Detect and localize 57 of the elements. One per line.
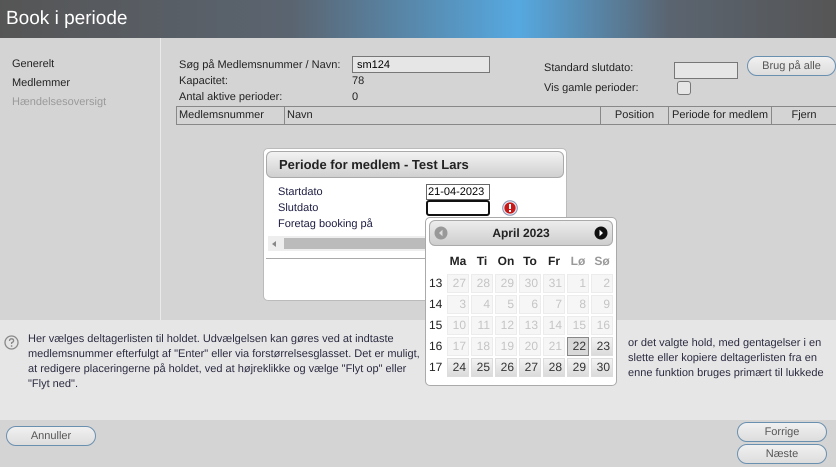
calendar-day[interactable]: 24 bbox=[447, 358, 469, 377]
calendar-day[interactable]: 27 bbox=[519, 358, 541, 377]
date-field[interactable] bbox=[426, 200, 490, 216]
end-date-field[interactable] bbox=[674, 62, 738, 79]
sidebar-item[interactable]: Medlemmer bbox=[12, 76, 160, 91]
next-button[interactable]: Næste bbox=[737, 444, 827, 464]
end-date-label: Standard slutdato: bbox=[544, 62, 634, 74]
stat-label: Antal aktive perioder: bbox=[179, 91, 284, 103]
help-text: enne funktion bruges primært til lukkede bbox=[628, 366, 824, 381]
help-text: slette eller kopiere deltagerlisten fra en bbox=[628, 351, 818, 366]
week-number: 15 bbox=[429, 317, 444, 334]
weekday-label: Lø bbox=[570, 253, 586, 270]
week-number: 16 bbox=[429, 338, 444, 355]
window-title: Book i periode bbox=[6, 8, 128, 30]
date-field[interactable]: 21-04-2023 bbox=[426, 184, 490, 200]
calendar-day[interactable]: 26 bbox=[495, 358, 517, 377]
field-label: Foretag booking på bbox=[278, 218, 374, 230]
month-title: April 2023 bbox=[492, 226, 550, 240]
help-icon bbox=[4, 335, 19, 350]
search-field[interactable]: sm124 bbox=[352, 56, 490, 73]
sidebar-item[interactable]: Generelt bbox=[12, 57, 160, 72]
calendar-day[interactable]: 22 bbox=[567, 337, 589, 356]
old-periods-label: Vis gamle perioder: bbox=[544, 82, 640, 94]
checkbox[interactable] bbox=[677, 81, 691, 95]
calendar-day[interactable]: 30 bbox=[591, 358, 613, 377]
weekday-label: To bbox=[522, 253, 538, 270]
stat-value: 0 bbox=[352, 91, 358, 103]
week-number: 13 bbox=[429, 275, 444, 292]
next-month-icon[interactable] bbox=[594, 226, 608, 240]
column-header[interactable]: Navn bbox=[285, 107, 601, 124]
calendar-day[interactable]: 29 bbox=[567, 358, 589, 377]
column-header[interactable]: Position bbox=[601, 107, 669, 124]
field-label: Startdato bbox=[278, 186, 324, 198]
column-header[interactable]: Fjern bbox=[772, 107, 836, 124]
weekday-label: On bbox=[496, 253, 516, 270]
weekday-label: Ma bbox=[448, 253, 468, 270]
stat-label: Kapacitet: bbox=[179, 75, 229, 87]
field-label: Slutdato bbox=[278, 202, 320, 214]
previous-button[interactable]: Forrige bbox=[737, 422, 827, 442]
weekday-label: Sø bbox=[593, 253, 611, 270]
help-text: or det valgte hold, med gentagelser i en bbox=[628, 336, 822, 351]
calendar-day[interactable]: 25 bbox=[471, 358, 493, 377]
weekday-label: Ti bbox=[476, 253, 488, 270]
search-label: Søg på Medlemsnummer / Navn: bbox=[179, 58, 342, 70]
week-number: 14 bbox=[429, 296, 444, 313]
stat-value: 78 bbox=[352, 75, 364, 87]
dialog-title: Periode for medlem - Test Lars bbox=[279, 157, 469, 172]
arrow-left-icon[interactable] bbox=[270, 240, 278, 248]
calendar-day[interactable]: 23 bbox=[591, 337, 613, 356]
weekday-label: Fr bbox=[547, 253, 561, 270]
calendar-day[interactable]: 28 bbox=[543, 358, 565, 377]
apply-all-button[interactable]: Brug på alle bbox=[747, 56, 836, 76]
help-text: Her vælges deltagerlisten til holdet. Udvælgelsen kan gøres ved at indtaste medlemsnummer efterfulgt af "Enter" eller via forstørrelsesglasset. Det er muligt, at redigere placeringerne på holdet, ved at højreklikke og vælge "Flyt op" eller "Flyt ned". bbox=[28, 332, 421, 392]
column-header[interactable]: Periode for medlem bbox=[669, 107, 772, 124]
week-number: 17 bbox=[429, 359, 444, 376]
column-header[interactable]: Medlemsnummer bbox=[177, 107, 285, 124]
cancel-button[interactable]: Annuller bbox=[6, 426, 96, 446]
